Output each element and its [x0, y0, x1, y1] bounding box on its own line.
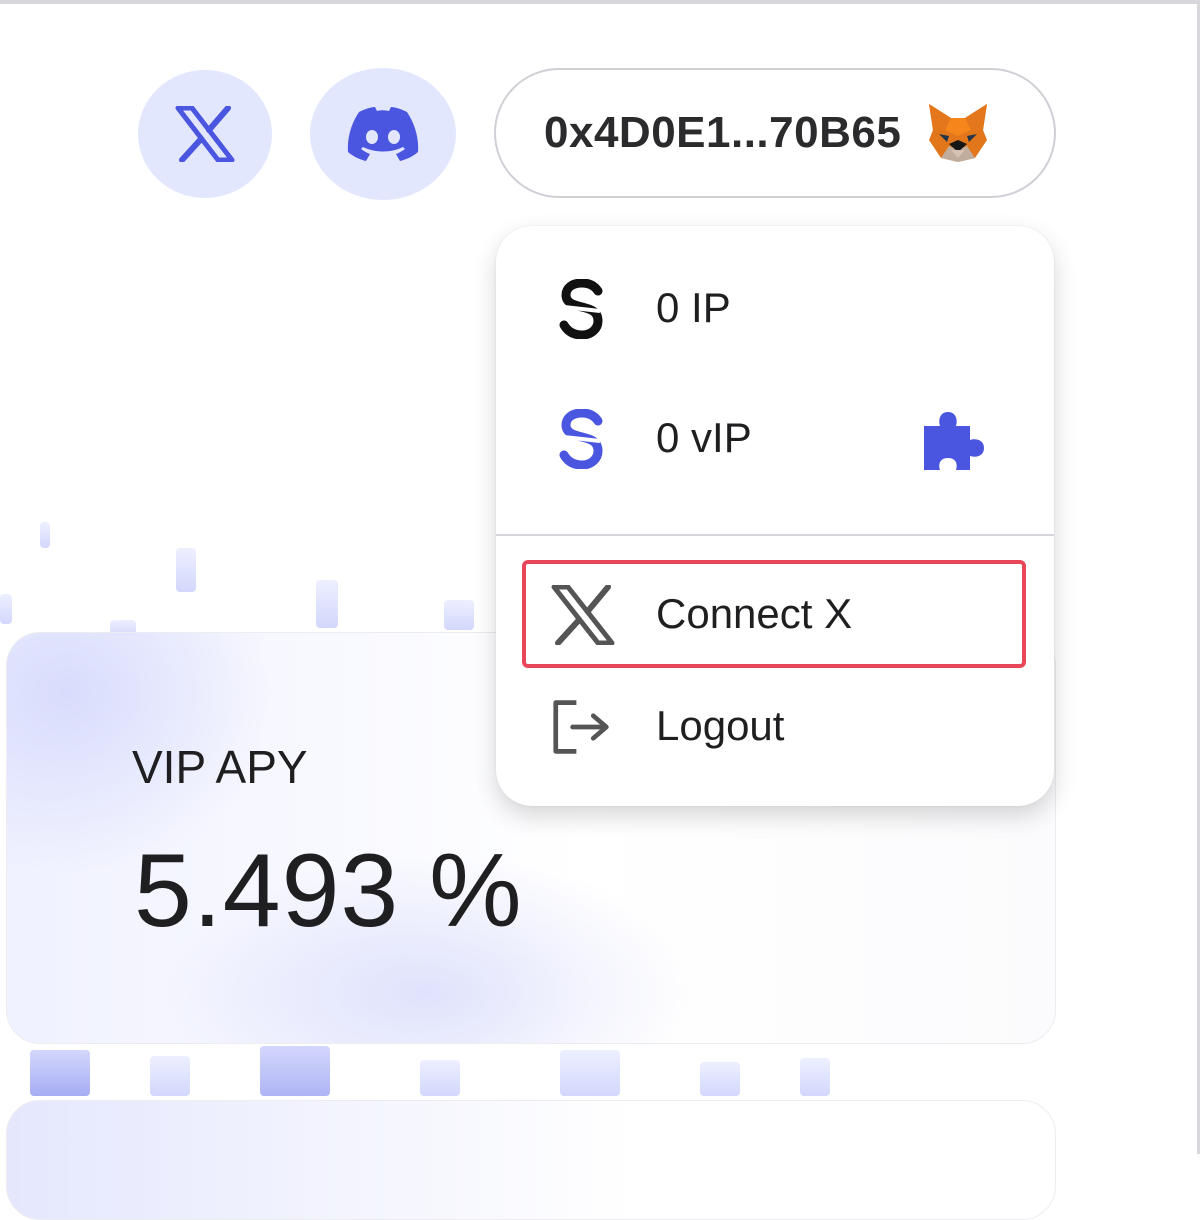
window-top-border [0, 0, 1200, 4]
x-logo-icon [175, 106, 235, 162]
account-dropdown-menu: 0 IP 0 vIP Connect X Logout [496, 226, 1054, 806]
wallet-button[interactable]: 0x4D0E1...70B65 [494, 68, 1056, 198]
balance-vip-item: 0 vIP [496, 406, 1054, 472]
x-social-button[interactable] [138, 70, 272, 198]
wallet-address: 0x4D0E1...70B65 [544, 108, 902, 157]
balance-ip-item: 0 IP [496, 276, 1054, 342]
puzzle-extension-icon[interactable] [920, 406, 988, 474]
metamask-fox-icon [929, 104, 988, 162]
menu-divider [496, 534, 1054, 536]
connect-x-label: Connect X [656, 590, 853, 637]
x-logo-icon [548, 585, 618, 645]
discord-social-button[interactable] [310, 68, 456, 200]
vip-apy-label: VIP APY [132, 741, 308, 793]
vip-apy-value: 5.493 % [134, 833, 523, 949]
secondary-card [6, 1100, 1056, 1220]
logout-label: Logout [656, 702, 785, 749]
balance-ip-label: 0 IP [656, 284, 731, 331]
logout-icon [552, 697, 612, 757]
s-token-icon-black [552, 279, 612, 339]
discord-icon [347, 107, 419, 161]
balance-vip-label: 0 vIP [656, 414, 752, 461]
logout-menu-item[interactable]: Logout [496, 694, 1054, 760]
s-token-icon-blue [552, 409, 612, 469]
connect-x-menu-item[interactable]: Connect X [496, 582, 1054, 648]
